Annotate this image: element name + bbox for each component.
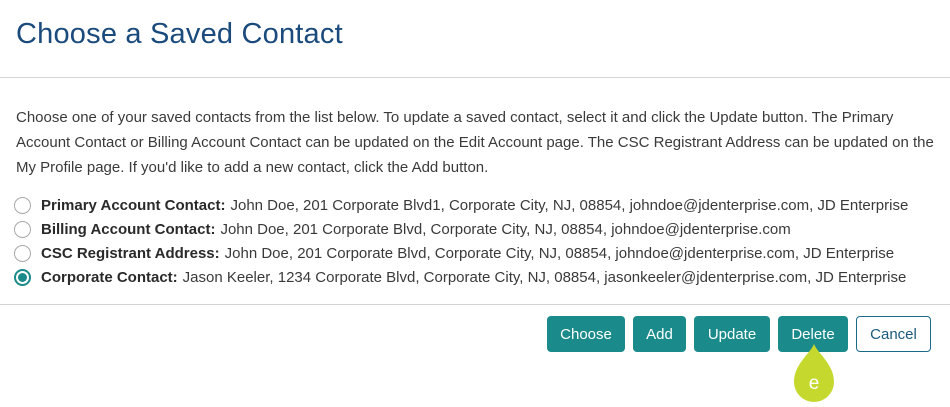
contact-option-csc-registrant[interactable]: CSC Registrant Address: John Doe, 201 Co… xyxy=(14,241,950,265)
contact-label: Billing Account Contact: xyxy=(41,220,216,238)
cancel-button[interactable]: Cancel xyxy=(856,316,931,352)
radio-button[interactable] xyxy=(14,244,31,262)
dialog-description: Choose one of your saved contacts from t… xyxy=(16,109,934,176)
radio-button[interactable] xyxy=(14,220,31,238)
dialog-title: Choose a Saved Contact xyxy=(16,18,343,50)
footer-divider xyxy=(0,304,950,305)
contact-detail: John Doe, 201 Corporate Blvd1, Corporate… xyxy=(230,196,909,214)
contact-detail: John Doe, 201 Corporate Blvd, Corporate … xyxy=(224,244,895,262)
contact-label: Corporate Contact: xyxy=(41,268,178,286)
choose-button[interactable]: Choose xyxy=(547,316,625,352)
contact-option-primary-account[interactable]: Primary Account Contact: John Doe, 201 C… xyxy=(14,193,950,217)
radio-button[interactable] xyxy=(14,196,31,214)
title-divider xyxy=(0,77,950,78)
contact-option-billing-account[interactable]: Billing Account Contact: John Doe, 201 C… xyxy=(14,217,950,241)
step-marker-icon: e xyxy=(794,344,834,402)
marker-letter: e xyxy=(809,373,820,394)
add-button[interactable]: Add xyxy=(633,316,686,352)
contact-label: CSC Registrant Address: xyxy=(41,244,220,262)
contact-detail: John Doe, 201 Corporate Blvd, Corporate … xyxy=(220,220,791,238)
contact-option-corporate[interactable]: Corporate Contact: Jason Keeler, 1234 Co… xyxy=(14,265,950,289)
radio-button[interactable] xyxy=(14,268,31,286)
update-button[interactable]: Update xyxy=(694,316,770,352)
contact-detail: Jason Keeler, 1234 Corporate Blvd, Corpo… xyxy=(182,268,907,286)
contact-label: Primary Account Contact: xyxy=(41,196,226,214)
contact-options: Primary Account Contact: John Doe, 201 C… xyxy=(14,193,950,289)
